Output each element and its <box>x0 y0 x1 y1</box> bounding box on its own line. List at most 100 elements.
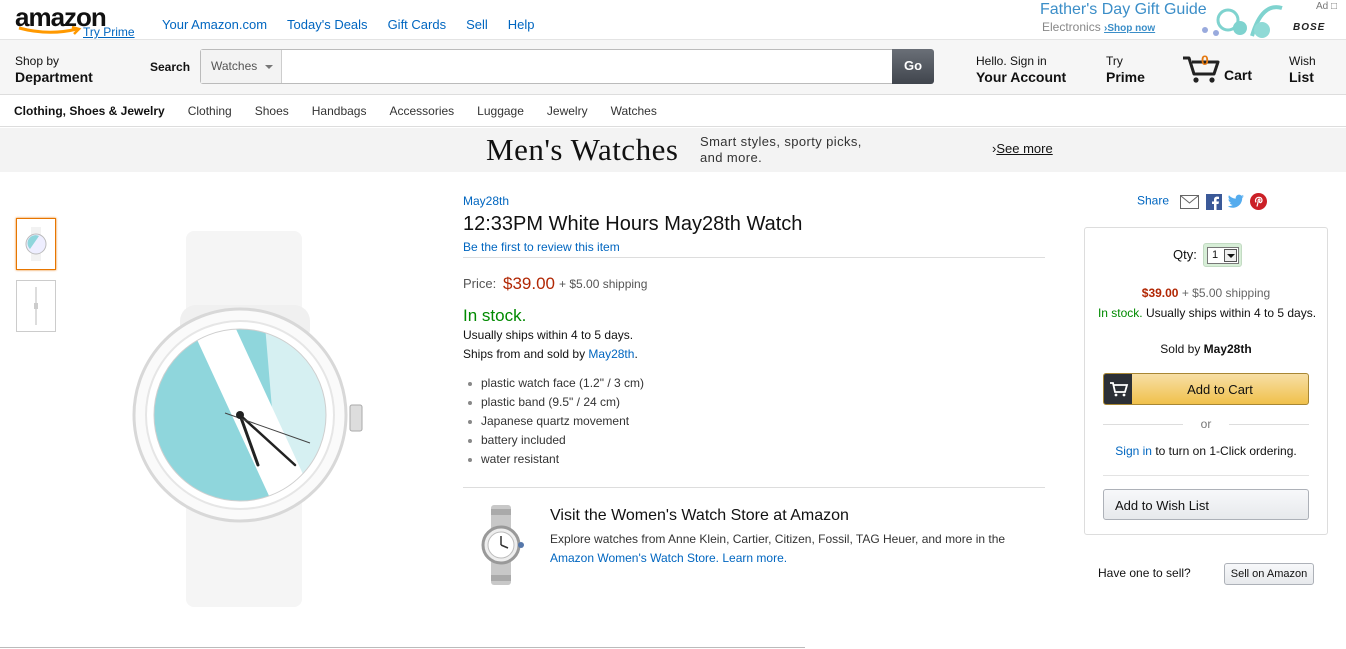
product-title: 12:33PM White Hours May28th Watch <box>463 213 803 235</box>
ad-label: Ad □ <box>1316 1 1338 12</box>
ships-within-text: Usually ships within 4 to 5 days. <box>463 328 634 342</box>
subnav-item-luggage[interactable]: Luggage <box>477 104 524 118</box>
divider <box>1103 475 1309 476</box>
category-subnav: Clothing, Shoes & Jewelry Clothing Shoes… <box>0 96 1346 127</box>
pinterest-icon[interactable] <box>1250 193 1268 210</box>
add-to-cart-label: Add to Cart <box>1187 382 1253 397</box>
subnav-item-jewelry[interactable]: Jewelry <box>547 104 588 118</box>
headphones-icon <box>1202 5 1283 38</box>
buybox-seller-name: May28th <box>1203 342 1252 356</box>
banner-see-more-link[interactable]: ›See more <box>992 141 1053 156</box>
smile-arrow-icon <box>18 26 82 35</box>
buybox-price: $39.00 <box>1141 286 1179 300</box>
ad-feedback-icon[interactable]: □ <box>1331 1 1337 12</box>
watch-side-thumbnail-image <box>34 287 38 325</box>
search-input[interactable] <box>283 50 891 83</box>
subnav-item-accessories[interactable]: Accessories <box>389 104 454 118</box>
search-label: Search <box>150 60 191 74</box>
one-click-text: Sign in to turn on 1-Click ordering. <box>1115 444 1297 458</box>
subnav-category-root[interactable]: Clothing, Shoes & Jewelry <box>14 104 165 118</box>
quantity-label: Qty: <box>1173 247 1197 262</box>
subnav-item-watches[interactable]: Watches <box>611 104 657 118</box>
buybox-sold-by: Sold by May28th <box>1160 342 1252 356</box>
chevron-down-icon[interactable] <box>1224 249 1237 262</box>
promo-title[interactable]: Visit the Women's Watch Store at Amazon <box>550 507 849 525</box>
sign-in-link[interactable]: Sign in <box>1115 444 1152 458</box>
shop-by-department[interactable]: Shop by Department <box>15 53 93 85</box>
buybox-price-row: $39.00 + $5.00 shipping <box>1085 286 1327 300</box>
banner-subtitle: Smart styles, sporty picks, and more. <box>700 134 862 165</box>
wish-line2: List <box>1289 69 1314 85</box>
ships-sold-by: Ships from and sold by May28th. <box>463 347 638 361</box>
cart-icon <box>1104 374 1132 404</box>
fathers-day-ad[interactable]: Father's Day Gift Guide Electronics ›Sho… <box>1040 0 1346 40</box>
top-link-todays-deals[interactable]: Today's Deals <box>287 17 368 32</box>
quantity-value: 1 <box>1212 249 1219 261</box>
wish-line1: Wish <box>1289 54 1316 68</box>
facebook-icon[interactable] <box>1205 193 1222 210</box>
womens-watch-store-link[interactable]: Amazon Women's Watch Store. <box>550 551 719 565</box>
search-category-value: Watches <box>211 59 258 73</box>
feature-bullet: plastic band (9.5" / 24 cm) <box>468 395 644 414</box>
twitter-icon[interactable] <box>1227 194 1245 209</box>
try-prime-link[interactable]: Try Prime <box>83 25 135 39</box>
top-link-your-amazon[interactable]: Your Amazon.com <box>162 17 267 32</box>
subnav-item-clothing[interactable]: Clothing <box>188 104 232 118</box>
wish-list-link[interactable]: Wish List <box>1289 53 1316 85</box>
prime-line1: Try <box>1106 54 1123 68</box>
review-link[interactable]: Be the first to review this item <box>463 240 620 254</box>
thumbnail-side[interactable] <box>16 280 56 332</box>
search-category-dropdown[interactable]: Watches <box>201 50 282 83</box>
email-icon[interactable] <box>1180 194 1200 209</box>
top-link-gift-cards[interactable]: Gift Cards <box>388 17 447 32</box>
top-link-sell[interactable]: Sell <box>466 17 488 32</box>
account-label: Your Account <box>976 69 1067 85</box>
divider <box>0 647 805 648</box>
brand-link[interactable]: May28th <box>463 194 509 208</box>
shipping-text: + $5.00 shipping <box>559 277 648 291</box>
search-box: Watches Go <box>200 49 934 84</box>
ad-subtitle: Electronics ›Shop now <box>1042 20 1156 34</box>
chevron-down-icon <box>265 65 273 69</box>
cart-count: 0 <box>1201 52 1209 68</box>
top-link-help[interactable]: Help <box>508 17 535 32</box>
steel-watch-image[interactable] <box>477 505 525 585</box>
add-to-wish-list-button[interactable]: Add to Wish List <box>1103 489 1309 520</box>
feature-bullet: plastic watch face (1.2" / 3 cm) <box>468 376 644 395</box>
account-greeting: Hello. Sign in <box>976 54 1047 68</box>
price-value: $39.00 <box>503 274 555 293</box>
share-label: Share <box>1137 193 1170 208</box>
your-account-link[interactable]: Hello. Sign in Your Account <box>976 53 1066 85</box>
quantity-select[interactable]: 1 <box>1203 243 1242 267</box>
bose-logo: BOSE <box>1293 22 1326 33</box>
shop-by-label: Shop by <box>15 54 60 68</box>
share-row: Share <box>1137 193 1268 210</box>
ad-title[interactable]: Father's Day Gift Guide <box>1040 1 1207 19</box>
have-one-to-sell-label: Have one to sell? <box>1098 566 1191 580</box>
seller-link[interactable]: May28th <box>588 347 634 361</box>
add-to-cart-button[interactable]: Add to Cart <box>1103 373 1309 405</box>
try-prime-nav-link[interactable]: Try Prime <box>1106 53 1145 85</box>
mens-watches-banner[interactable]: Men's Watches Smart styles, sporty picks… <box>0 128 1346 172</box>
cart-label: Cart <box>1224 67 1253 83</box>
or-divider: or <box>1085 417 1327 431</box>
feature-bullet: battery included <box>468 433 644 452</box>
sell-on-amazon-button[interactable]: Sell on Amazon <box>1224 563 1314 585</box>
nav-bar: Shop by Department Search Watches Go Hel… <box>0 40 1346 95</box>
thumbnail-front[interactable] <box>16 218 56 270</box>
cart-link[interactable]: 0 Cart <box>1182 50 1272 84</box>
learn-more-link[interactable]: Learn more. <box>722 551 787 565</box>
subnav-item-handbags[interactable]: Handbags <box>312 104 367 118</box>
amazon-logo[interactable]: amazon Try Prime <box>15 4 145 39</box>
ad-shop-now-link[interactable]: ›Shop now <box>1104 23 1155 34</box>
top-links: Your Amazon.com Today's Deals Gift Cards… <box>162 17 535 32</box>
promo-text: Explore watches from Anne Klein, Cartier… <box>550 532 1006 565</box>
subnav-item-shoes[interactable]: Shoes <box>255 104 289 118</box>
buybox-in-stock: In stock. <box>1097 306 1143 320</box>
product-main-image[interactable] <box>130 225 370 610</box>
divider <box>463 487 1045 488</box>
price-label: Price: <box>463 276 497 291</box>
feature-bullets: plastic watch face (1.2" / 3 cm) plastic… <box>468 376 644 471</box>
prime-line2: Prime <box>1106 69 1145 85</box>
search-go-button[interactable]: Go <box>892 49 934 84</box>
